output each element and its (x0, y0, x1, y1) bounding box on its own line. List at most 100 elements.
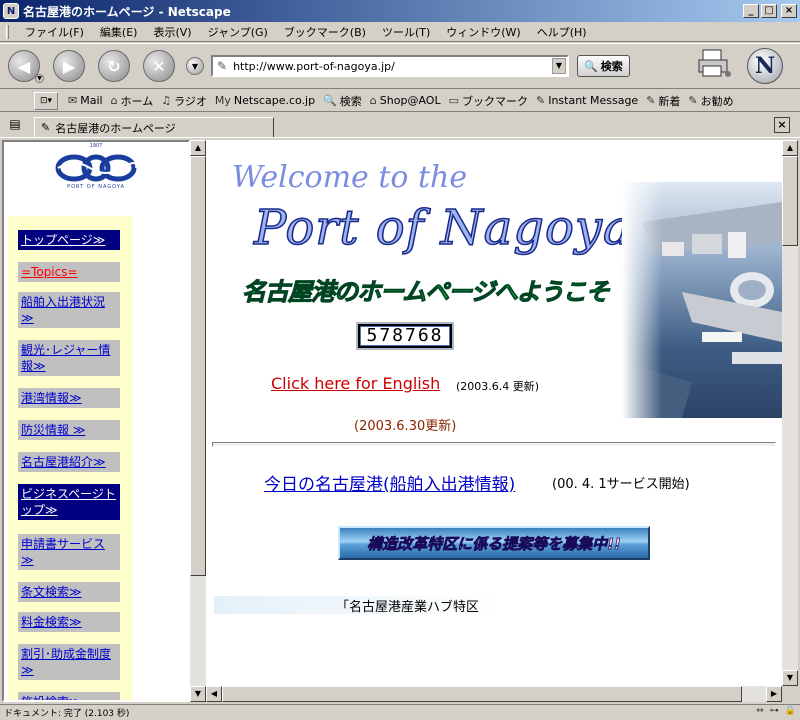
search-icon: 🔍 (323, 94, 337, 107)
left-frame-scrollbar[interactable]: ▲ ▼ (190, 140, 206, 702)
close-window-button[interactable]: × (781, 4, 797, 18)
status-bar: ドキュメント: 完了 (2.103 秒) ⇔ ⊶ 🔒 (0, 704, 800, 720)
english-update-note: (2003.6.4 更新) (456, 380, 540, 393)
toolbar-item-label: ラジオ (174, 94, 207, 108)
sidebar-item-port-intro[interactable]: 名古屋港紹介≫ (18, 452, 120, 472)
sidebar-item-top[interactable]: トップページ≫ (18, 230, 120, 250)
scroll-up-button[interactable]: ▲ (190, 140, 206, 156)
toolbar-item-radio[interactable]: ♫ ラジオ (161, 93, 207, 109)
scroll-left-button[interactable]: ◀ (206, 686, 222, 702)
menu-window[interactable]: ウィンドウ(W) (438, 24, 528, 40)
close-tab-button[interactable]: × (774, 117, 790, 133)
headphones-icon: ♫ (161, 94, 172, 107)
menu-bookmarks[interactable]: ブックマーク(B) (276, 24, 374, 40)
welcome-heading: Welcome to the (232, 160, 468, 195)
search-button[interactable]: 🔍 検索 (577, 55, 630, 77)
toolbar-item-label: Mail (80, 94, 103, 107)
scroll-down-button[interactable]: ▼ (190, 686, 206, 702)
sidebar-item-article-search[interactable]: 条文検索≫ (18, 582, 120, 602)
page-icon: ✎ (41, 121, 51, 134)
menu-go[interactable]: ジャンプ(G) (200, 24, 276, 40)
page-icon: ✎ (217, 59, 228, 73)
toolbar-item-mail[interactable]: ✉ Mail (68, 94, 103, 107)
toolbar-item-shop[interactable]: ⌂ Shop@AOL (370, 94, 441, 107)
stop-button[interactable]: ✕ (143, 50, 175, 82)
new-tab-icon[interactable]: ▤ (6, 115, 24, 133)
search-button-label: 検索 (600, 60, 623, 73)
stop-icon: ✕ (152, 56, 166, 76)
main-frame-scrollbar[interactable]: ▲ ▼ (782, 140, 798, 686)
side-menu-panel: トップページ≫ =Topics= 船舶入出港状況≫ 観光･レジャー情報≫ 港湾情… (8, 216, 132, 700)
minimize-button[interactable]: _ (743, 4, 759, 18)
url-input[interactable]: http://www.port-of-nagoya.jp/ (233, 60, 552, 73)
toolbar-item-instant-message[interactable]: ✎ Instant Message (536, 94, 638, 107)
forward-button[interactable]: ▶ (53, 50, 85, 82)
sidebar-item-tourism[interactable]: 観光･レジャー情報≫ (18, 340, 120, 376)
url-dropdown-button[interactable]: ▼ (552, 58, 566, 74)
sidebar-item-port-info[interactable]: 港湾情報≫ (18, 388, 120, 408)
forward-arrow-icon: ▶ (62, 56, 76, 76)
port-of-nagoya-logo[interactable] (52, 146, 140, 200)
sidebar-item-discount[interactable]: 割引･助成金制度≫ (18, 644, 120, 680)
folder-icon: ▭ (448, 94, 459, 107)
toolbar-item-search[interactable]: 🔍 検索 (323, 93, 362, 109)
sidebar-item-application[interactable]: 申請書サービス≫ (18, 534, 120, 570)
scroll-up-button[interactable]: ▲ (782, 140, 798, 156)
menu-bar: ファイル(F) 編集(E) 表示(V) ジャンプ(G) ブックマーク(B) ツー… (0, 22, 800, 42)
title-bar: N 名古屋港のホームページ - Netscape _ □ × (0, 0, 800, 22)
toolbar-item-new[interactable]: ✎ 新着 (646, 93, 680, 109)
toolbar-item-home[interactable]: ⌂ ホーム (111, 93, 154, 109)
scroll-thumb[interactable] (782, 156, 798, 246)
visitor-counter-value: 578768 (360, 326, 450, 346)
sidebar-item-disaster-info[interactable]: 防災情報 ≫ (18, 420, 120, 440)
menu-view[interactable]: 表示(V) (145, 24, 199, 40)
history-dropdown-button[interactable]: ▼ (186, 57, 204, 75)
today-port-link[interactable]: 今日の名古屋港(船舶入出港情報) (264, 470, 515, 495)
bookmark-icon: ✎ (535, 94, 546, 107)
scroll-thumb[interactable] (190, 156, 206, 576)
sidebar-item-facility-search[interactable]: 施設検索≫ (18, 692, 120, 700)
toolbar-item-netscape[interactable]: My Netscape.co.jp (215, 94, 315, 107)
toolbar-item-bookmarks[interactable]: ▭ ブックマーク (449, 93, 528, 109)
menu-file[interactable]: ファイル(F) (17, 24, 92, 40)
special-zone-banner[interactable]: 構造改革特区に係る提案等を募集中!! (338, 526, 650, 560)
netscape-logo[interactable]: N (747, 48, 783, 84)
english-link[interactable]: Click here for English (271, 374, 440, 393)
scroll-right-button[interactable]: ▶ (766, 686, 782, 702)
maximize-button[interactable]: □ (761, 4, 777, 18)
visitor-counter: 578768 (356, 322, 454, 350)
status-text: ドキュメント: 完了 (2.103 秒) (4, 709, 130, 719)
toolbar-item-recommend[interactable]: ✎ お勧め (688, 93, 733, 109)
port-heading: Port of Nagoya (253, 199, 633, 257)
main-frame-horizontal-scrollbar[interactable]: ◀ ▶ (206, 686, 782, 702)
tabs-button[interactable]: ⊡▾ (34, 91, 58, 110)
horizontal-scroll-thumb[interactable] (222, 686, 742, 702)
sidebar-item-fee-search[interactable]: 料金検索≫ (18, 612, 120, 632)
main-frame: Welcome to the Port of Nagoya 名古屋港のホームペー… (206, 140, 782, 686)
personal-toolbar: ⊡▾ ✉ Mail ⌂ ホーム ♫ ラジオ My Netscape.co.jp 🔍 検索 … (0, 90, 800, 112)
horizontal-divider (212, 442, 776, 447)
tab-current[interactable]: ✎ 名古屋港のホームページ (34, 117, 274, 137)
tab-title: 名古屋港のホームページ (55, 121, 176, 135)
url-bar[interactable]: ✎ http://www.port-of-nagoya.jp/ ▼ (211, 55, 569, 77)
menu-help[interactable]: ヘルプ(H) (529, 24, 595, 40)
menu-edit[interactable]: 編集(E) (92, 24, 146, 40)
menu-tools[interactable]: ツール(T) (374, 24, 438, 40)
toolbar-grip[interactable] (6, 24, 9, 39)
reload-button[interactable]: ↻ (98, 50, 130, 82)
back-button[interactable]: ◀ ▼ (8, 50, 44, 83)
toolbar-item-label: Netscape.co.jp (233, 94, 316, 107)
online-status-icon[interactable]: ⇔ (756, 706, 764, 716)
sidebar-item-vessel-status[interactable]: 船舶入出港状況≫ (18, 292, 120, 328)
sidebar-item-business-top[interactable]: ビジネスページトップ≫ (18, 484, 120, 520)
back-dropdown-icon[interactable]: ▼ (35, 74, 44, 83)
navigation-toolbar: ◀ ▼ ▶ ↻ ✕ ▼ ✎ http://www.port-of-nagoya.j… (0, 43, 800, 89)
print-icon[interactable] (697, 48, 731, 78)
connection-icon[interactable]: ⊶ (770, 706, 779, 716)
security-lock-icon[interactable]: 🔒 (785, 706, 796, 716)
netscape-app-icon: N (3, 3, 19, 19)
sidebar-item-topics[interactable]: =Topics= (18, 262, 120, 282)
scroll-down-button[interactable]: ▼ (782, 670, 798, 686)
bookmark-icon: ✎ (688, 94, 698, 107)
service-start-note: (00. 4. 1サービス開始) (552, 477, 690, 492)
